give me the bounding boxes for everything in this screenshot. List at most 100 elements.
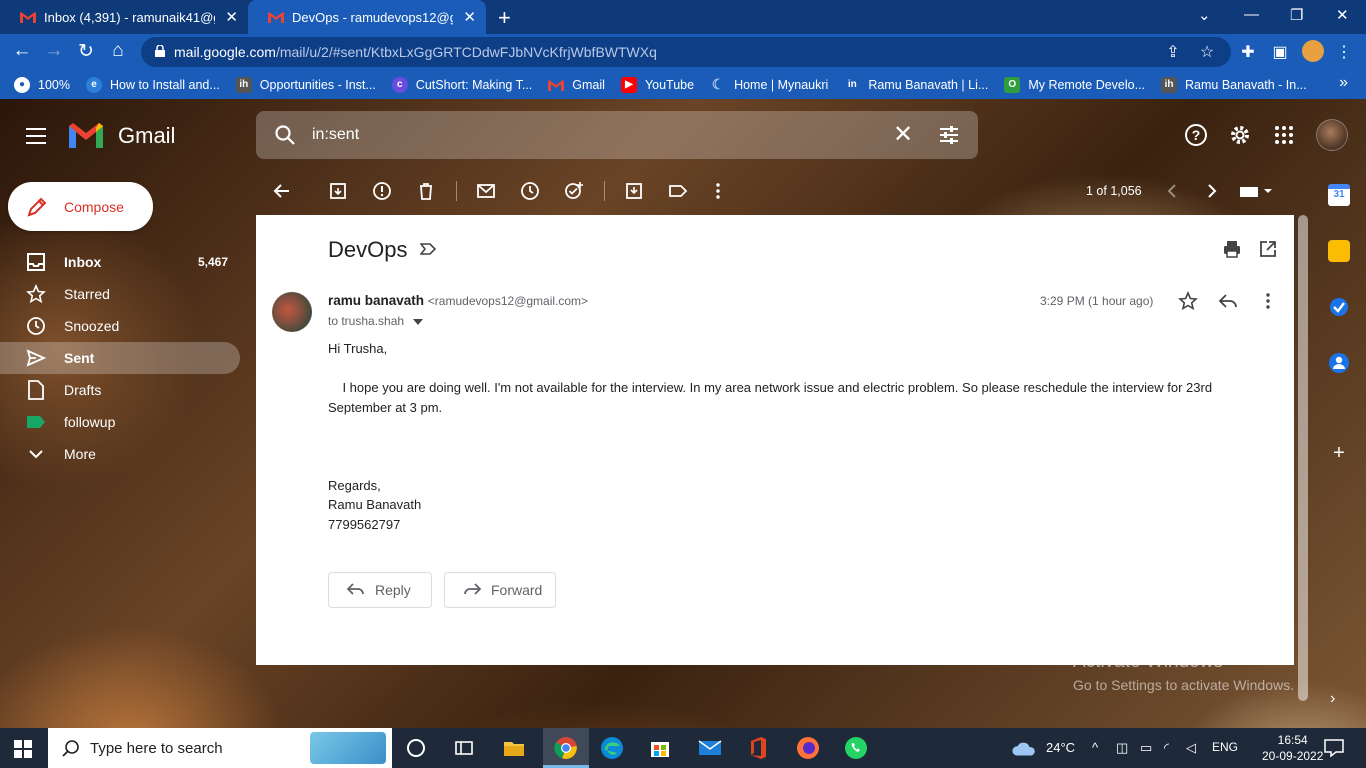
nav-item-followup[interactable]: followup [0,406,240,438]
bookmark-item[interactable]: ☾ Home | Mynaukri [710,76,829,93]
browser-tab-inbox[interactable]: Inbox (4,391) - ramunaik41@gma ✕ [0,0,248,34]
clear-search-icon[interactable]: ✕ [893,120,913,149]
add-task-icon[interactable] [564,181,584,201]
office-icon[interactable] [746,736,770,760]
profile-avatar[interactable] [1302,40,1324,62]
show-side-panel-chevron-icon[interactable]: › [1330,690,1335,708]
reload-icon[interactable]: ↻ [74,40,98,63]
star-icon[interactable] [1178,291,1198,311]
microsoft-store-icon[interactable] [648,736,672,760]
nav-item-drafts[interactable]: Drafts [0,374,240,406]
mail-app-icon[interactable] [698,736,722,760]
whatsapp-icon[interactable] [844,736,868,760]
reply-button[interactable]: Reply [328,572,432,608]
search-input[interactable] [312,123,872,147]
vertical-scrollbar[interactable] [1298,215,1308,701]
account-avatar[interactable] [1316,119,1348,151]
mail-search-bar[interactable]: ✕ [256,111,978,159]
archive-icon[interactable] [328,181,348,201]
taskbar-clock[interactable]: 16:54 20-09-2022 [1262,732,1323,764]
nav-item-starred[interactable]: Starred [0,278,240,310]
firefox-icon[interactable] [796,736,820,760]
windows-start-icon[interactable] [14,740,32,758]
bookmark-item[interactable]: Gmail [548,77,605,93]
battery-icon[interactable]: ▭ [1140,740,1152,756]
notifications-icon[interactable] [1322,736,1346,760]
nav-item-more[interactable]: More [0,438,240,470]
side-panel-icon[interactable]: ▣ [1270,42,1290,62]
open-new-window-icon[interactable] [1258,239,1278,259]
nav-item-inbox[interactable]: Inbox 5,467 [0,246,240,278]
mark-unread-icon[interactable] [476,181,496,201]
search-icon[interactable] [274,124,296,146]
contacts-icon[interactable] [1328,352,1350,374]
edge-icon[interactable] [600,736,624,760]
delete-trash-icon[interactable] [416,181,436,201]
recipient-line[interactable]: to trusha.shah [328,314,424,328]
back-to-list-icon[interactable] [272,181,292,201]
close-icon[interactable]: ✕ [225,8,238,26]
settings-gear-icon[interactable] [1228,123,1252,147]
extensions-icon[interactable]: ✚ [1238,42,1258,62]
minimize-button[interactable]: — [1244,6,1259,23]
message-more-icon[interactable] [1258,291,1278,311]
bookmark-item[interactable]: ▶ YouTube [620,76,694,93]
show-details-icon[interactable] [413,319,424,325]
address-bar[interactable]: mail.google.com/mail/u/2/#sent/KtbxLxGgG… [141,37,1231,67]
report-spam-icon[interactable] [372,181,392,201]
browser-tab-devops[interactable]: DevOps - ramudevops12@gmail. ✕ [248,0,486,34]
move-to-icon[interactable] [624,181,644,201]
nav-item-sent[interactable]: Sent [0,342,240,374]
newer-chevron-icon[interactable] [1162,181,1182,201]
chrome-icon[interactable] [554,736,578,760]
back-arrow-icon[interactable]: ← [10,40,34,62]
wifi-icon[interactable]: ◜ [1164,740,1169,756]
restore-button[interactable]: ❐ [1290,6,1303,24]
bookmark-item[interactable]: O My Remote Develo... [1004,76,1145,93]
taskbar-search-box[interactable]: Type here to search [48,728,392,768]
language-indicator[interactable]: ENG [1212,740,1238,754]
more-options-icon[interactable] [708,181,728,201]
bookmark-item[interactable]: ih Ramu Banavath - In... [1161,76,1307,93]
sender-name[interactable]: ramu banavath [328,293,424,308]
menu-kebab-icon[interactable]: ⋮ [1334,42,1354,62]
bookmark-star-icon[interactable]: ☆ [1197,42,1217,62]
compose-button[interactable]: Compose [8,182,153,231]
help-icon[interactable]: ? [1184,123,1208,147]
volume-icon[interactable]: ◁ [1186,740,1196,756]
bookmark-item[interactable]: c CutShort: Making T... [391,76,532,93]
keep-icon[interactable] [1328,240,1350,262]
tasks-icon[interactable] [1328,296,1350,318]
tab-search-icon[interactable]: ⌄ [1198,6,1211,24]
labels-tag-icon[interactable] [668,181,688,201]
older-chevron-icon[interactable] [1202,181,1222,201]
share-icon[interactable]: ⇪ [1163,42,1183,62]
forward-arrow-icon[interactable]: → [42,40,66,62]
reply-arrow-icon[interactable] [1218,291,1238,311]
task-view-icon[interactable] [452,736,476,760]
bookmark-item[interactable]: ih Opportunities - Inst... [235,76,376,93]
bookmarks-overflow-icon[interactable]: » [1339,74,1348,92]
weather-temp[interactable]: 24°C [1046,740,1075,755]
bookmark-item[interactable]: in Ramu Banavath | Li... [844,77,988,93]
snooze-clock-icon[interactable] [520,181,540,201]
window-close-button[interactable]: ✕ [1336,6,1349,24]
apps-grid-icon[interactable] [1272,123,1296,147]
input-tools-keyboard-icon[interactable] [1238,181,1274,201]
main-menu-icon[interactable] [26,128,46,149]
weather-cloud-icon[interactable] [1012,738,1036,762]
bookmark-item[interactable]: e How to Install and... [85,76,220,93]
meet-now-icon[interactable]: ◫ [1116,740,1128,756]
search-options-icon[interactable] [938,124,960,146]
forward-button[interactable]: Forward [444,572,556,608]
new-tab-button[interactable]: + [498,5,511,31]
tray-overflow-chevron-icon[interactable]: ^ [1092,740,1098,755]
bookmark-item[interactable]: ● 100% [14,76,70,93]
close-icon[interactable]: ✕ [463,8,476,26]
get-addons-plus-icon[interactable]: + [1328,442,1350,464]
file-explorer-icon[interactable] [502,736,526,760]
importance-marker-icon[interactable] [420,242,436,256]
nav-item-snoozed[interactable]: Snoozed [0,310,240,342]
cortana-circle-icon[interactable] [404,736,428,760]
print-icon[interactable] [1222,239,1242,259]
